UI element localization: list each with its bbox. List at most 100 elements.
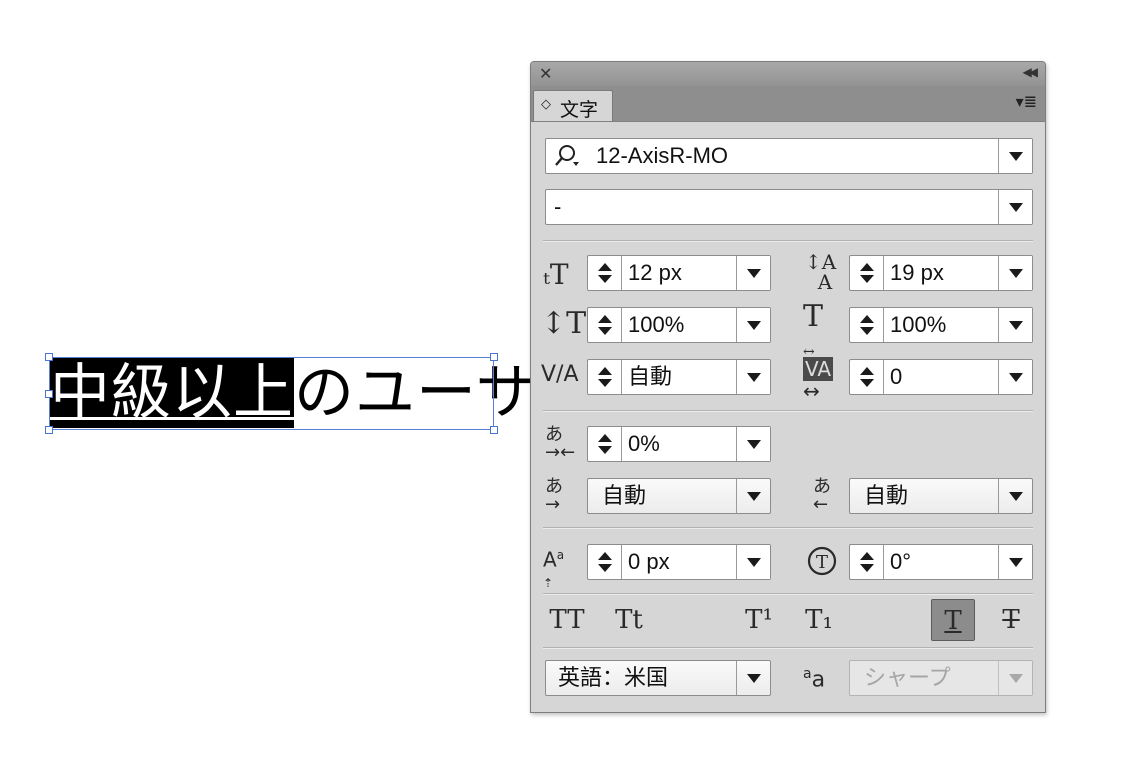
aki-left-select[interactable]: 自動	[587, 478, 771, 514]
chevron-down-icon	[1008, 492, 1023, 501]
svg-text:T: T	[816, 552, 828, 573]
horizontal-scale-stepper[interactable]	[850, 308, 884, 342]
superscript-button[interactable]: T¹	[737, 599, 781, 641]
tsume-stepper[interactable]	[588, 427, 622, 461]
chevron-down-icon	[1008, 373, 1023, 382]
subscript-button[interactable]: T₁	[797, 599, 841, 641]
handle-top-left[interactable]	[45, 353, 53, 361]
language-dropdown[interactable]	[736, 661, 770, 695]
aki-right-icon: あ ←	[813, 476, 831, 515]
vertical-scale-stepper[interactable]	[588, 308, 622, 342]
chevron-down-icon	[746, 269, 761, 278]
vertical-scale-value: 100%	[628, 312, 685, 337]
chevron-down-icon	[1008, 269, 1023, 278]
strikethrough-button[interactable]: T	[989, 599, 1033, 641]
tracking-value: 0	[890, 364, 903, 389]
baseline-shift-field[interactable]: 0 px	[587, 544, 771, 580]
chevron-down-icon	[746, 373, 761, 382]
kerning-dropdown[interactable]	[736, 360, 770, 394]
panel-titlebar[interactable]: ✕ ◀◀	[531, 62, 1045, 86]
kerning-value: 自動	[628, 364, 673, 389]
chevron-down-icon	[746, 440, 761, 449]
double-chevron-left-icon[interactable]: ◀◀	[1023, 65, 1039, 79]
search-icon	[555, 145, 579, 166]
antialias-value: シャープ	[864, 665, 951, 690]
panel-menu-icon[interactable]: ▾≣	[1016, 92, 1037, 112]
leading-stepper[interactable]	[850, 256, 884, 290]
chevron-down-icon	[1008, 558, 1023, 567]
font-style-dropdown[interactable]	[998, 190, 1032, 224]
divider	[543, 647, 1033, 649]
handle-bottom-left[interactable]	[45, 426, 53, 434]
tsume-dropdown[interactable]	[736, 427, 770, 461]
all-caps-button[interactable]: TT	[545, 599, 589, 641]
aki-left-icon: あ →	[545, 476, 563, 515]
close-icon[interactable]: ✕	[539, 64, 552, 84]
divider	[543, 240, 1033, 242]
horizontal-scale-field[interactable]: 100%	[849, 307, 1033, 343]
baseline-shift-dropdown[interactable]	[736, 545, 770, 579]
divider	[543, 410, 1033, 412]
tab-character[interactable]: ◇ 文字	[533, 90, 613, 121]
font-size-icon: ₜT	[543, 258, 569, 291]
kerning-stepper[interactable]	[588, 360, 622, 394]
font-size-stepper[interactable]	[588, 256, 622, 290]
chevron-down-icon	[1008, 321, 1023, 330]
panel-tabstrip: ◇ 文字 ▾≣	[531, 86, 1045, 122]
font-style-combo[interactable]: -	[545, 189, 1033, 225]
font-size-field[interactable]: 12 px	[587, 255, 771, 291]
handle-mid-left[interactable]	[45, 390, 53, 398]
font-size-value: 12 px	[628, 260, 682, 285]
chevron-down-icon	[746, 558, 761, 567]
tsume-icon: あ →←	[545, 424, 576, 463]
aki-right-value: 自動	[864, 483, 909, 508]
chevron-down-icon	[1008, 152, 1023, 161]
baseline-shift-stepper[interactable]	[588, 545, 622, 579]
underline-button[interactable]: T	[931, 599, 975, 641]
chevron-down-icon	[746, 321, 761, 330]
leading-field[interactable]: 19 px	[849, 255, 1033, 291]
language-select[interactable]: 英語：米国	[545, 660, 771, 696]
vertical-scale-field[interactable]: 100%	[587, 307, 771, 343]
aki-left-dropdown[interactable]	[736, 479, 770, 513]
chevron-down-icon	[1008, 674, 1023, 683]
handle-bottom-right[interactable]	[490, 426, 498, 434]
horizontal-scale-dropdown[interactable]	[998, 308, 1032, 342]
rotation-stepper[interactable]	[850, 545, 884, 579]
handle-top-right[interactable]	[490, 353, 498, 361]
leading-dropdown[interactable]	[998, 256, 1032, 290]
font-family-value: 12-AxisR-MO	[596, 143, 729, 168]
rotation-dropdown[interactable]	[998, 545, 1032, 579]
chevron-down-icon	[746, 492, 761, 501]
character-panel: ✕ ◀◀ ◇ 文字 ▾≣ 12-AxisR-MO - ₜT 12 px ↕A A…	[530, 61, 1046, 713]
horizontal-scale-value: 100%	[890, 312, 947, 337]
leading-icon: ↕A A	[805, 250, 837, 294]
tracking-icon: VA ↔	[803, 357, 834, 403]
aki-left-value: 自動	[602, 483, 647, 508]
divider	[543, 593, 1033, 595]
font-size-dropdown[interactable]	[736, 256, 770, 290]
text-frame-bounding-box[interactable]	[49, 357, 494, 430]
kerning-field[interactable]: 自動	[587, 359, 771, 395]
divider	[543, 527, 1033, 529]
tsume-value: 0%	[628, 431, 660, 456]
font-family-combo[interactable]: 12-AxisR-MO	[545, 138, 1033, 174]
tab-label: 文字	[560, 100, 599, 121]
antialias-dropdown[interactable]	[998, 661, 1032, 695]
vertical-scale-dropdown[interactable]	[736, 308, 770, 342]
rotation-field[interactable]: 0°	[849, 544, 1033, 580]
tsume-field[interactable]: 0%	[587, 426, 771, 462]
font-style-value: -	[554, 194, 562, 219]
tracking-stepper[interactable]	[850, 360, 884, 394]
updown-arrows-icon: ◇	[541, 96, 551, 111]
rotation-value: 0°	[890, 549, 912, 574]
aki-right-select[interactable]: 自動	[849, 478, 1033, 514]
tracking-field[interactable]: 0	[849, 359, 1033, 395]
small-caps-button[interactable]: Tt	[607, 599, 651, 641]
tracking-dropdown[interactable]	[998, 360, 1032, 394]
antialias-select[interactable]: シャープ	[849, 660, 1033, 696]
font-family-dropdown[interactable]	[998, 139, 1032, 173]
chevron-down-icon	[746, 674, 761, 683]
language-value: 英語：米国	[558, 665, 669, 690]
aki-right-dropdown[interactable]	[998, 479, 1032, 513]
